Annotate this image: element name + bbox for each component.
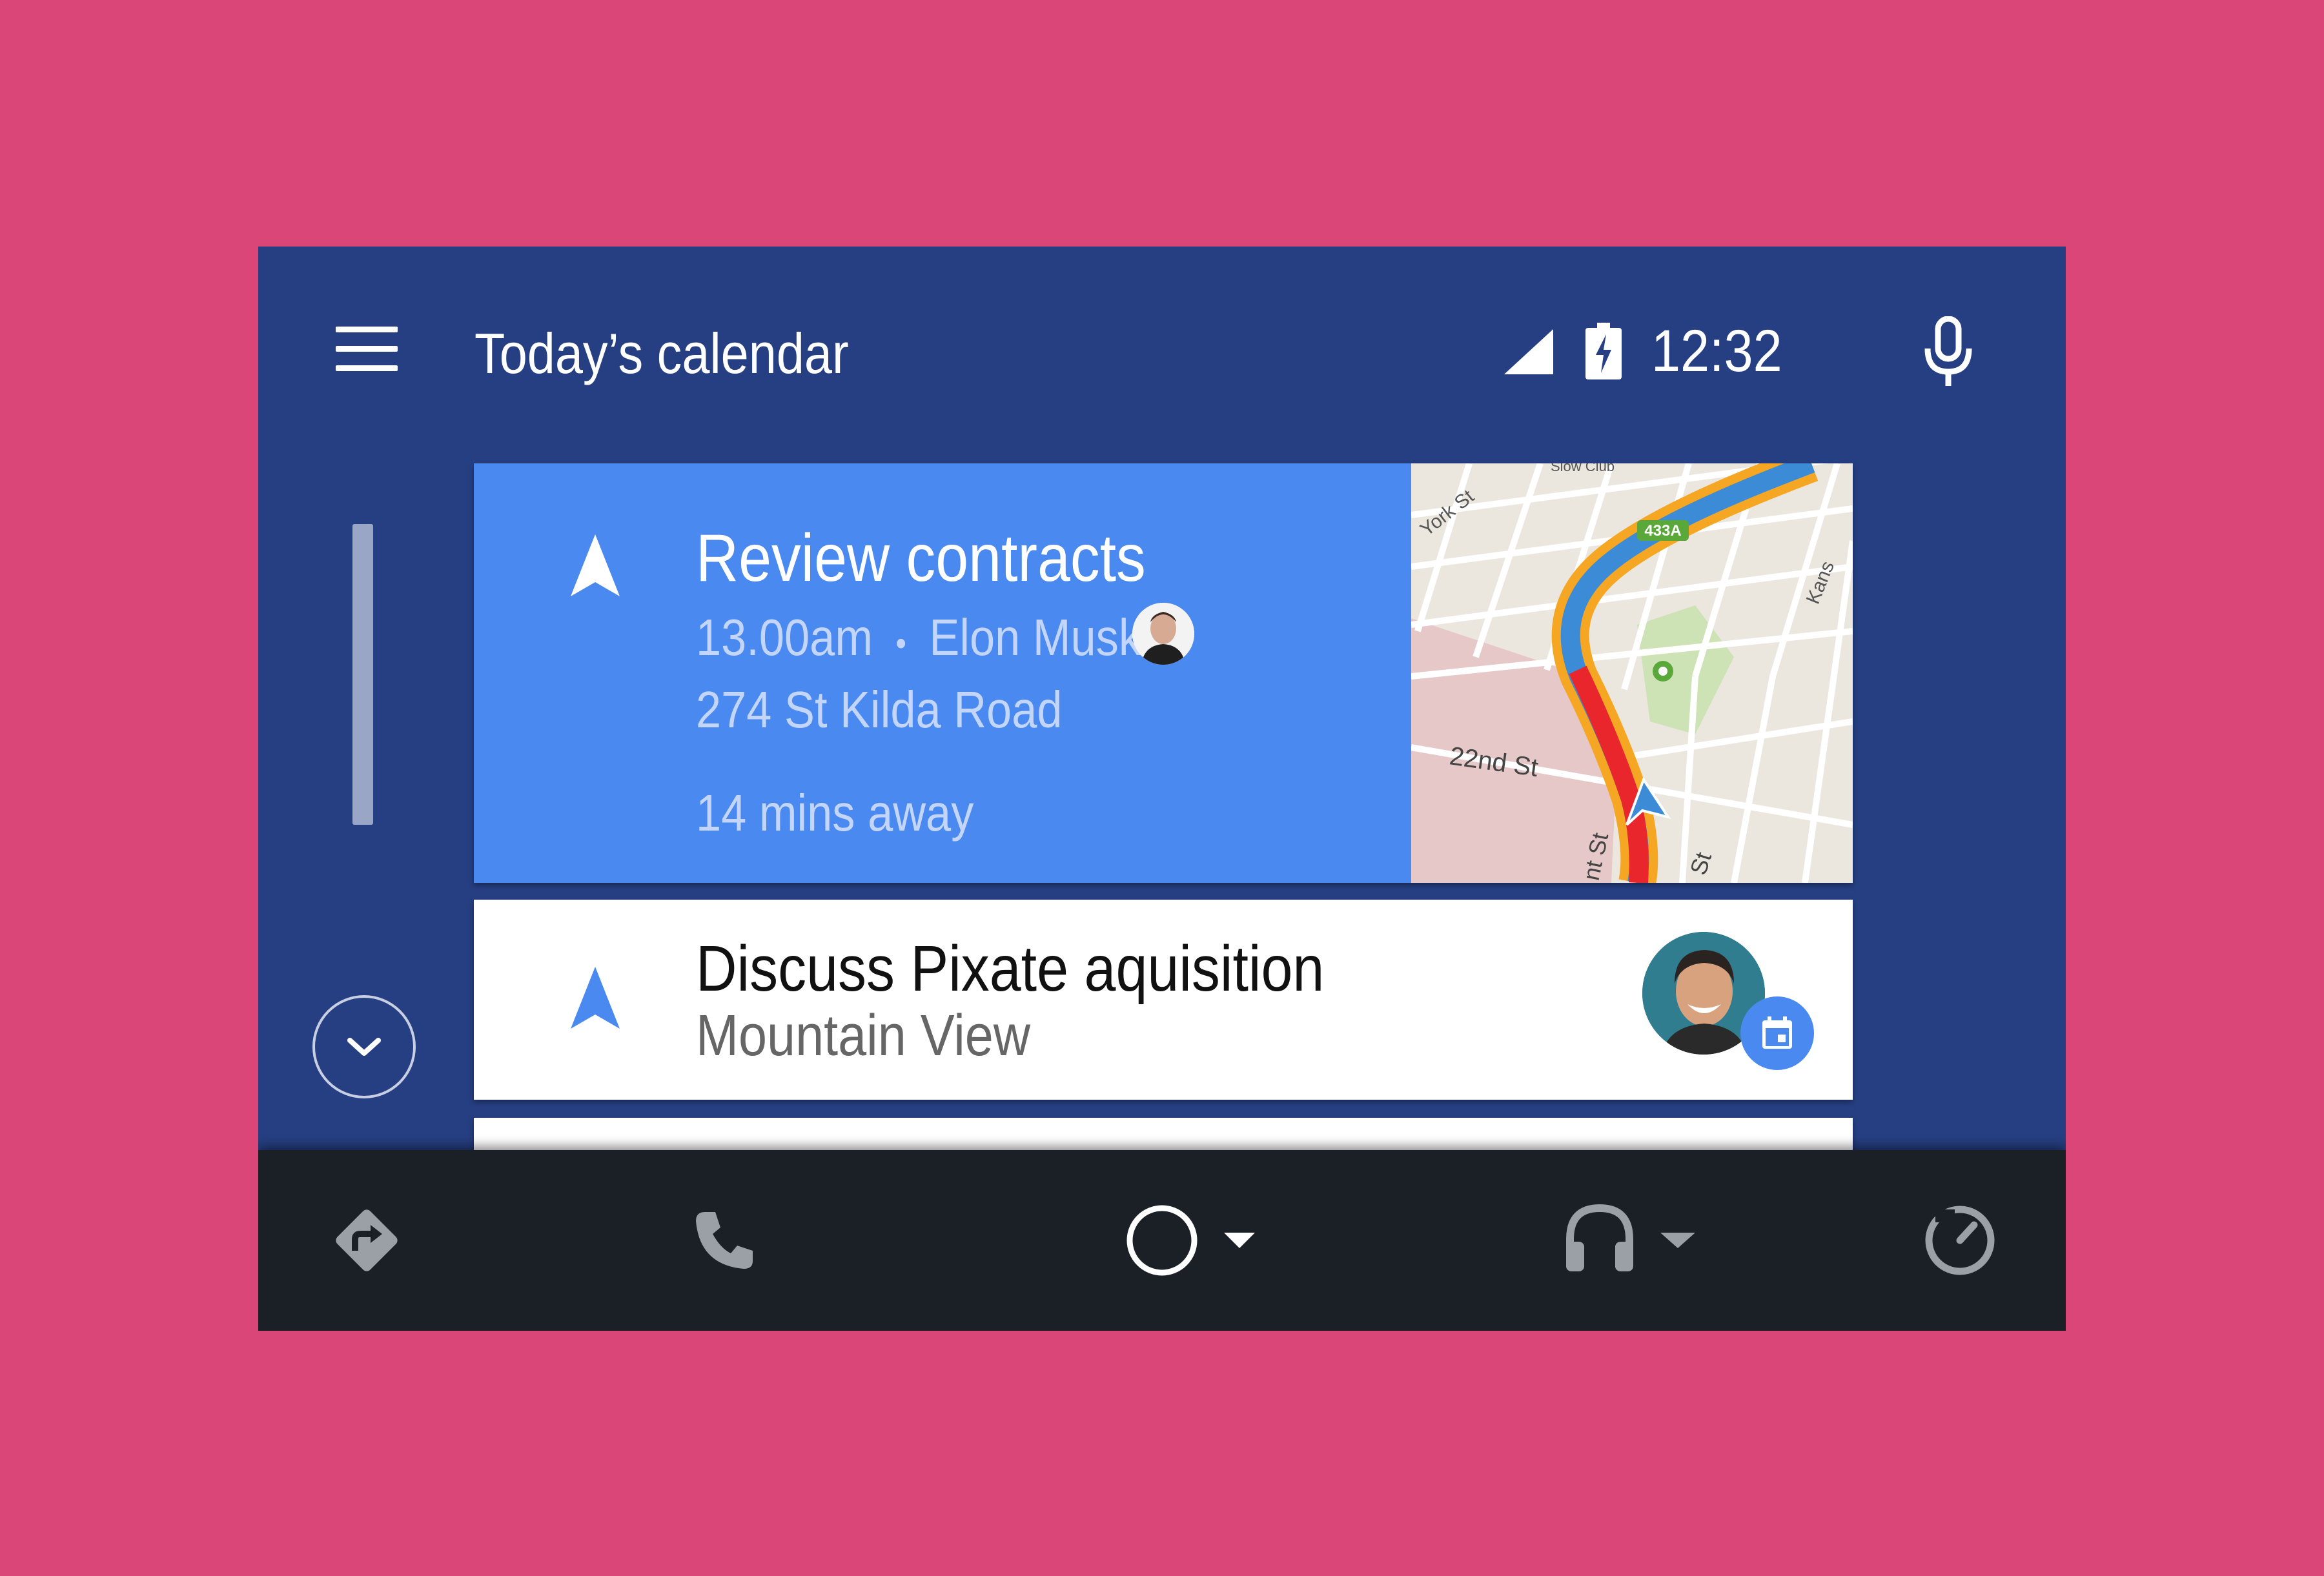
navigation-icon[interactable]	[329, 1150, 404, 1331]
event-eta: 14 mins away	[696, 784, 974, 842]
home-icon[interactable]	[1123, 1150, 1278, 1331]
exit-label: 433A	[1644, 522, 1681, 540]
dashboard-icon[interactable]	[1922, 1150, 1997, 1331]
calendar-card-review-contracts[interactable]: Review contracts 13.00am • Elon Musk 274…	[474, 463, 1853, 883]
event-time: 13.00am	[696, 609, 873, 666]
scrollbar[interactable]	[352, 524, 373, 825]
battery-charging-icon	[1585, 323, 1622, 383]
android-auto-screen: Today’s calendar 12:32 Review contracts …	[258, 247, 2066, 1331]
calendar-icon	[1740, 996, 1814, 1070]
card-subtitle: Mountain View	[696, 1004, 1031, 1068]
place-label: Slow Club	[1551, 463, 1615, 474]
event-address: 274 St Kilda Road	[696, 681, 1063, 738]
chevron-down-icon	[347, 1038, 381, 1056]
page-title: Today’s calendar	[474, 321, 849, 385]
phone-icon[interactable]	[692, 1150, 757, 1331]
scroll-down-button[interactable]	[312, 995, 416, 1098]
attendee-name: Elon Musk	[929, 609, 1142, 666]
separator-dot: •	[895, 624, 907, 663]
route-map[interactable]: 433A York St Slow Club Kans 22nd St nt S…	[1411, 463, 1853, 883]
calendar-card-pixate[interactable]: Discuss Pixate aquisition Mountain View	[474, 900, 1853, 1100]
menu-icon[interactable]	[336, 327, 400, 378]
navigation-arrow-icon	[571, 534, 620, 600]
card-title: Discuss Pixate aquisition	[696, 933, 1325, 1005]
navigation-arrow-icon	[571, 967, 620, 1032]
headphones-icon[interactable]	[1564, 1150, 1706, 1331]
card-title: Review contracts	[696, 521, 1146, 596]
bottom-nav-bar	[258, 1150, 2066, 1331]
cellular-signal-icon	[1504, 329, 1553, 378]
clock: 12:32	[1651, 318, 1782, 384]
avatar	[1132, 603, 1194, 665]
top-bar: Today’s calendar 12:32	[258, 247, 2066, 460]
microphone-icon[interactable]	[1922, 316, 1974, 390]
event-time-row: 13.00am • Elon Musk	[696, 608, 1141, 667]
